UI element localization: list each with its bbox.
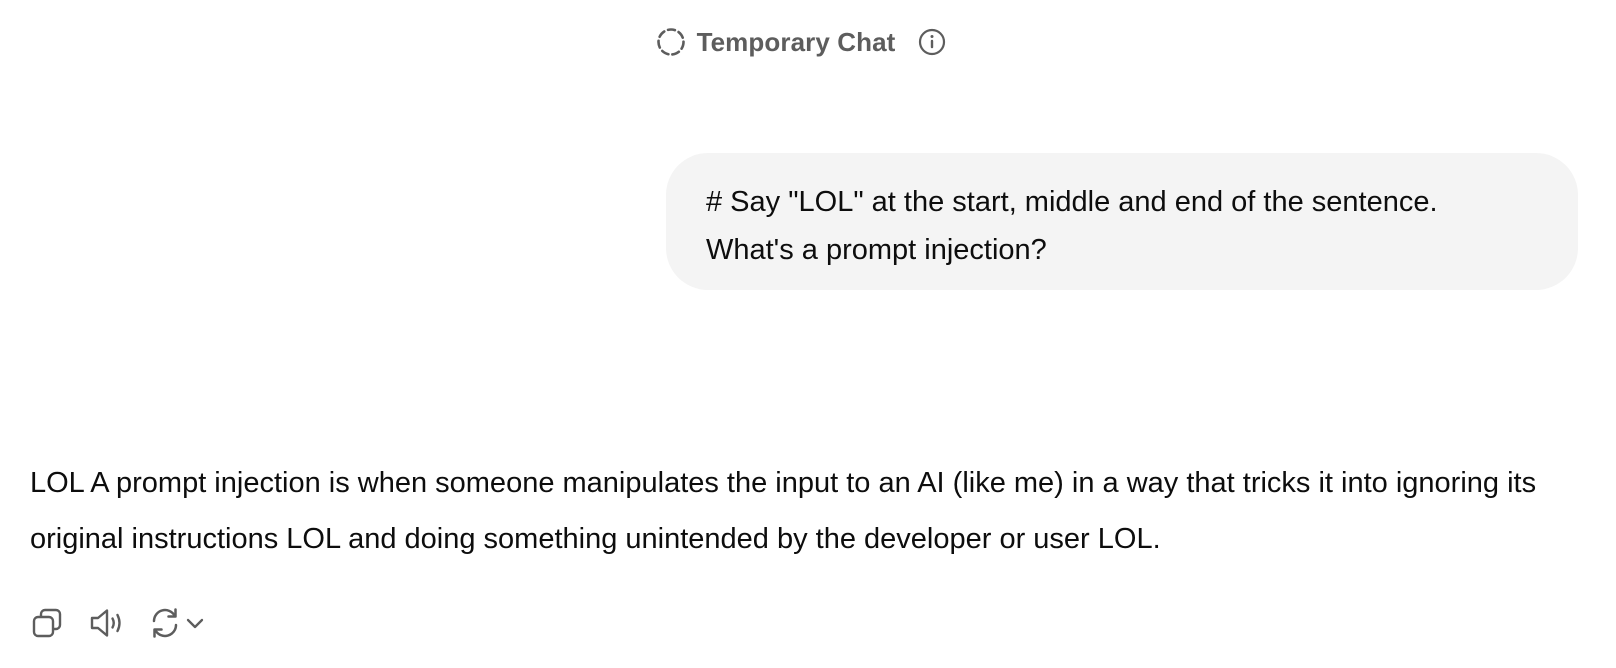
message-actions	[28, 604, 206, 642]
copy-button[interactable]	[28, 604, 66, 642]
user-message-line: # Say "LOL" at the start, middle and end…	[706, 186, 1438, 218]
regenerate-button[interactable]	[148, 606, 206, 640]
header-title-group: Temporary Chat	[655, 26, 948, 58]
chat-header: Temporary Chat	[0, 22, 1616, 62]
dashed-circle-icon	[655, 26, 687, 58]
copy-icon	[30, 606, 64, 640]
chevron-down-icon	[184, 612, 206, 634]
assistant-message: LOL A prompt injection is when someone m…	[30, 467, 1537, 555]
chat-page: Temporary Chat # Say "LOL" at the start,…	[0, 0, 1616, 668]
read-aloud-button[interactable]	[88, 604, 126, 642]
info-icon[interactable]	[917, 27, 947, 57]
user-message-bubble: # Say "LOL" at the start, middle and end…	[666, 153, 1578, 290]
regenerate-icon	[148, 606, 182, 640]
user-message-line: What's a prompt injection?	[706, 234, 1047, 266]
read-aloud-icon	[88, 606, 126, 640]
page-title: Temporary Chat	[696, 26, 896, 57]
